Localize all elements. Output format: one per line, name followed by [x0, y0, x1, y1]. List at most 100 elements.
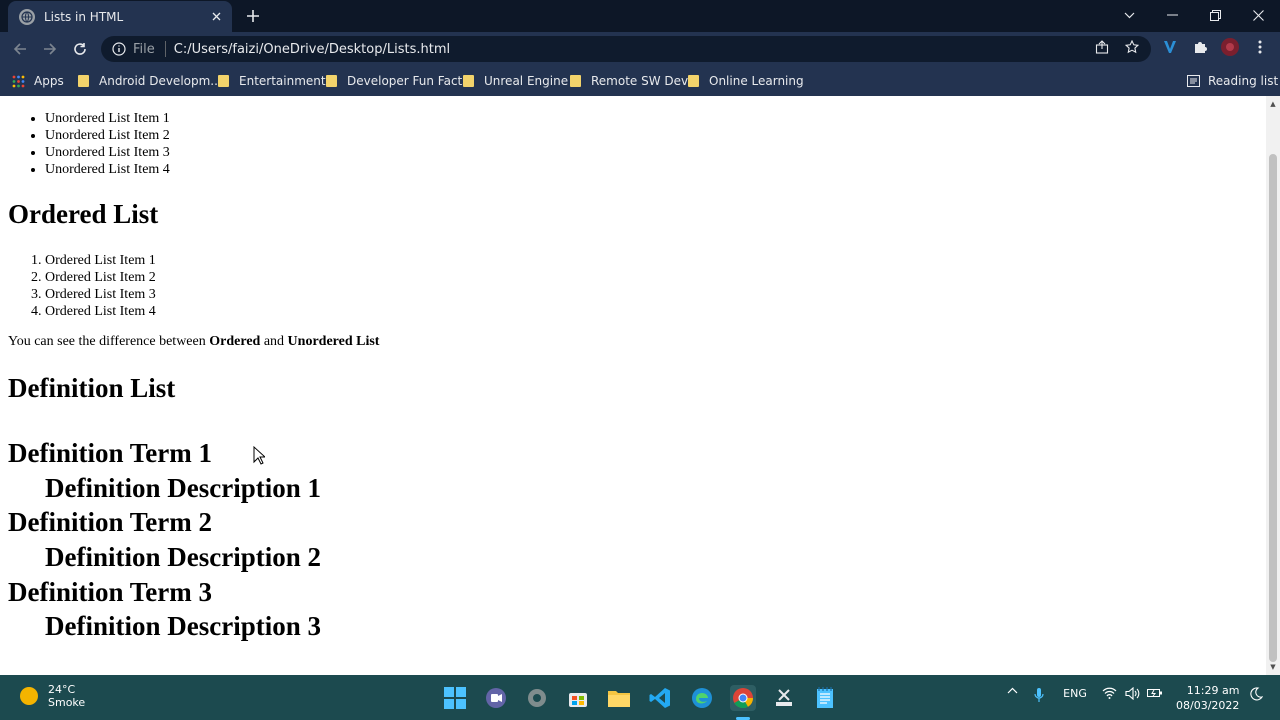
bookmark-unreal-engine[interactable]: Unreal Engine	[463, 71, 568, 91]
bookmark-label: Unreal Engine	[484, 74, 569, 88]
teams-chat-icon[interactable]	[483, 685, 509, 711]
bookmark-developer-fun-facts[interactable]: Developer Fun Facts	[326, 71, 469, 91]
globe-icon	[19, 8, 35, 25]
ordered-list-heading: Ordered List	[8, 199, 159, 229]
bookmark-label: Online Learning	[709, 74, 804, 88]
url-text[interactable]: C:/Users/faizi/OneDrive/Desktop/Lists.ht…	[174, 42, 450, 57]
scrollbar-thumb[interactable]	[1269, 154, 1277, 662]
ordered-list: Ordered List Item 1 Ordered List Item 2 …	[45, 252, 156, 320]
url-scheme: File	[133, 41, 155, 57]
list-item: Unordered List Item 4	[45, 161, 170, 178]
divider	[164, 41, 166, 57]
windows-taskbar: 24°C Smoke ENG 11:29 am 08/03/2022	[0, 675, 1280, 720]
bookmark-label: Android Developm...	[99, 74, 222, 88]
bookmark-android[interactable]: Android Developm...	[78, 71, 222, 91]
minimize-button[interactable]	[1150, 0, 1194, 30]
info-icon[interactable]	[111, 41, 127, 57]
snipping-tool-icon[interactable]	[771, 685, 797, 711]
edge-icon[interactable]	[689, 685, 715, 711]
list-item: Unordered List Item 1	[45, 110, 170, 127]
wifi-icon[interactable]	[1101, 687, 1117, 699]
share-icon[interactable]	[1092, 37, 1112, 57]
unordered-list: Unordered List Item 1 Unordered List Ite…	[45, 110, 170, 178]
sun-icon	[20, 687, 38, 705]
notepad-icon[interactable]	[812, 685, 838, 711]
battery-icon[interactable]	[1147, 687, 1163, 699]
weather-desc: Smoke	[48, 696, 86, 709]
weather-temp: 24°C	[48, 683, 76, 696]
difference-paragraph: You can see the difference between Order…	[8, 334, 379, 350]
tab-strip: Lists in HTML	[0, 0, 1280, 32]
weather-widget[interactable]: 24°C Smoke	[20, 683, 85, 709]
vertical-scrollbar[interactable]: ▲ ▼	[1266, 96, 1280, 675]
scroll-up-arrow-icon[interactable]: ▲	[1269, 100, 1277, 108]
apps-label: Apps	[34, 74, 64, 88]
apps-shortcut[interactable]: Apps	[12, 71, 64, 91]
tab-search-icon[interactable]	[1107, 0, 1151, 30]
list-item: Ordered List Item 1	[45, 252, 156, 269]
close-window-button[interactable]	[1236, 0, 1280, 30]
system-clock[interactable]: 11:29 am 08/03/2022	[1176, 683, 1239, 713]
vscode-icon[interactable]	[647, 685, 673, 711]
reload-button[interactable]	[68, 37, 92, 61]
address-bar[interactable]: File C:/Users/faizi/OneDrive/Desktop/Lis…	[101, 36, 1151, 62]
folder-icon	[570, 75, 581, 87]
bold-unordered-list: Unordered List	[287, 334, 380, 349]
bookmark-entertainment[interactable]: Entertainment	[218, 71, 326, 91]
scroll-down-arrow-icon[interactable]: ▼	[1269, 663, 1277, 671]
bookmark-label: Entertainment	[239, 74, 326, 88]
browser-toolbar: File C:/Users/faizi/OneDrive/Desktop/Lis…	[0, 32, 1280, 66]
folder-icon	[463, 75, 474, 87]
profile-avatar[interactable]	[1220, 37, 1240, 57]
menu-dots-icon[interactable]	[1250, 37, 1270, 57]
para-text-2: and	[260, 334, 288, 349]
store-icon[interactable]	[565, 685, 591, 711]
back-button[interactable]	[8, 37, 32, 61]
bookmark-star-icon[interactable]	[1122, 37, 1142, 57]
definition-list-heading: Definition List	[8, 373, 176, 403]
bookmarks-bar: Apps Android Developm... Entertainment D…	[0, 66, 1280, 96]
list-item: Unordered List Item 3	[45, 144, 170, 161]
folder-icon	[218, 75, 229, 87]
reading-list-icon	[1187, 75, 1200, 87]
bold-ordered: Ordered	[209, 334, 261, 349]
definition-description: Definition Description 2	[45, 542, 321, 572]
reading-list-button[interactable]: Reading list	[1187, 71, 1278, 91]
list-item: Ordered List Item 4	[45, 303, 156, 320]
mouse-cursor-icon	[253, 445, 267, 469]
definition-description: Definition Description 3	[45, 611, 321, 641]
bookmark-remote-sw-dev[interactable]: Remote SW Dev	[570, 71, 688, 91]
tab-title: Lists in HTML	[44, 9, 124, 24]
language-indicator[interactable]: ENG	[1060, 687, 1090, 700]
clock-date: 08/03/2022	[1176, 699, 1240, 712]
bookmark-label: Developer Fun Facts	[347, 74, 469, 88]
bookmark-online-learning[interactable]: Online Learning	[688, 71, 804, 91]
tab-lists-in-html[interactable]: Lists in HTML	[8, 1, 232, 32]
para-text-1: You can see the difference between	[8, 334, 210, 349]
page-viewport: Unordered List Item 1 Unordered List Ite…	[0, 96, 1266, 675]
list-item: Ordered List Item 3	[45, 286, 156, 303]
volume-icon[interactable]	[1124, 687, 1140, 700]
tray-overflow-chevron-icon[interactable]	[1005, 687, 1019, 694]
settings-gear-icon[interactable]	[524, 685, 550, 711]
restore-button[interactable]	[1193, 0, 1237, 30]
definition-term: Definition Term 3	[8, 577, 213, 607]
definition-term: Definition Term 1	[8, 438, 213, 468]
reading-list-label: Reading list	[1208, 74, 1279, 88]
file-explorer-icon[interactable]	[606, 685, 632, 711]
forward-button[interactable]	[38, 37, 62, 61]
folder-icon	[78, 75, 89, 87]
folder-icon	[688, 75, 699, 87]
chrome-icon[interactable]	[730, 685, 756, 711]
extension-v-icon[interactable]	[1160, 37, 1180, 57]
clock-time: 11:29 am	[1186, 684, 1240, 697]
tab-close-icon[interactable]	[208, 9, 224, 25]
notification-moon-icon[interactable]	[1248, 687, 1264, 701]
new-tab-button[interactable]	[243, 6, 263, 26]
microphone-icon[interactable]	[1032, 687, 1046, 703]
list-item: Ordered List Item 2	[45, 269, 156, 286]
start-windows-icon[interactable]	[442, 685, 468, 711]
bookmark-label: Remote SW Dev	[591, 74, 689, 88]
definition-description: Definition Description 1	[45, 473, 321, 503]
extensions-puzzle-icon[interactable]	[1190, 37, 1210, 57]
